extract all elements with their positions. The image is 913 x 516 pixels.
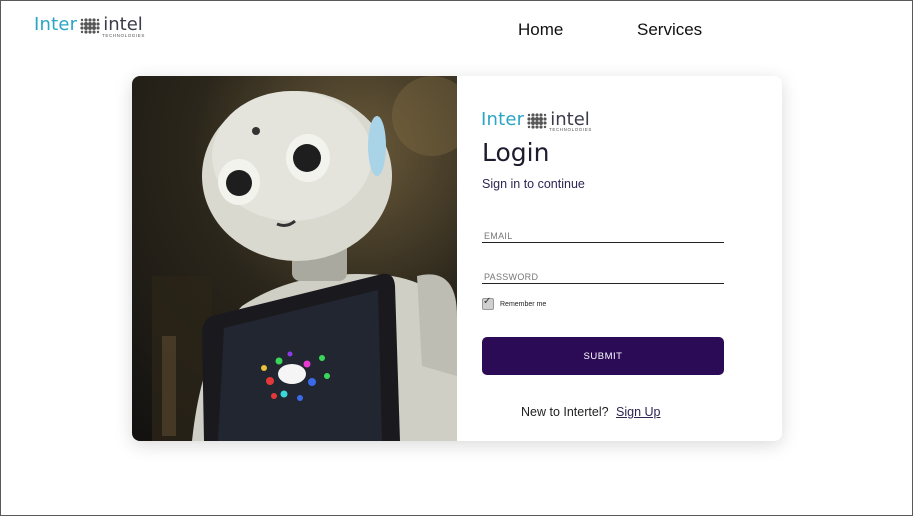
logo-dots-icon (80, 18, 100, 34)
login-card: Inter intel TECHNOLOGIES Login Sign in t… (132, 76, 782, 441)
signup-row: New to Intertel? Sign Up (521, 405, 661, 419)
card-logo-tagline: TECHNOLOGIES (549, 127, 592, 132)
email-field[interactable] (482, 231, 728, 241)
remember-me-checkbox[interactable]: ✓ (482, 296, 494, 310)
login-form: Inter intel TECHNOLOGIES Login Sign in t… (457, 76, 782, 441)
nav-services-link[interactable]: Services (637, 20, 702, 40)
brand-logo[interactable]: Inter intel TECHNOLOGIES (34, 14, 145, 38)
submit-button[interactable]: SUBMIT (482, 337, 724, 375)
remember-me-row: ✓ Remember me (482, 296, 547, 310)
robot-photo (132, 76, 472, 441)
card-brand-logo: Inter intel TECHNOLOGIES (481, 109, 592, 132)
email-field-wrapper (482, 226, 728, 243)
page-subtitle: Sign in to continue (482, 177, 585, 191)
remember-me-label: Remember me (500, 300, 547, 308)
logo-text-intel: intel (103, 14, 143, 35)
card-logo-dots-icon (527, 113, 547, 129)
card-logo-text-inter: Inter (481, 109, 525, 130)
password-field-wrapper (482, 267, 728, 284)
logo-tagline: TECHNOLOGIES (102, 33, 145, 38)
signup-link[interactable]: Sign Up (616, 405, 660, 419)
signup-prompt: New to Intertel? (521, 405, 609, 419)
nav-home-link[interactable]: Home (518, 20, 563, 40)
robot-illustration (152, 76, 472, 441)
page-frame: Inter intel TECHNOLOGIES Home Services I… (0, 0, 913, 516)
check-icon: ✓ (483, 296, 492, 307)
logo-text-inter: Inter (34, 14, 78, 35)
page-title: Login (482, 138, 550, 167)
password-field[interactable] (482, 272, 728, 282)
